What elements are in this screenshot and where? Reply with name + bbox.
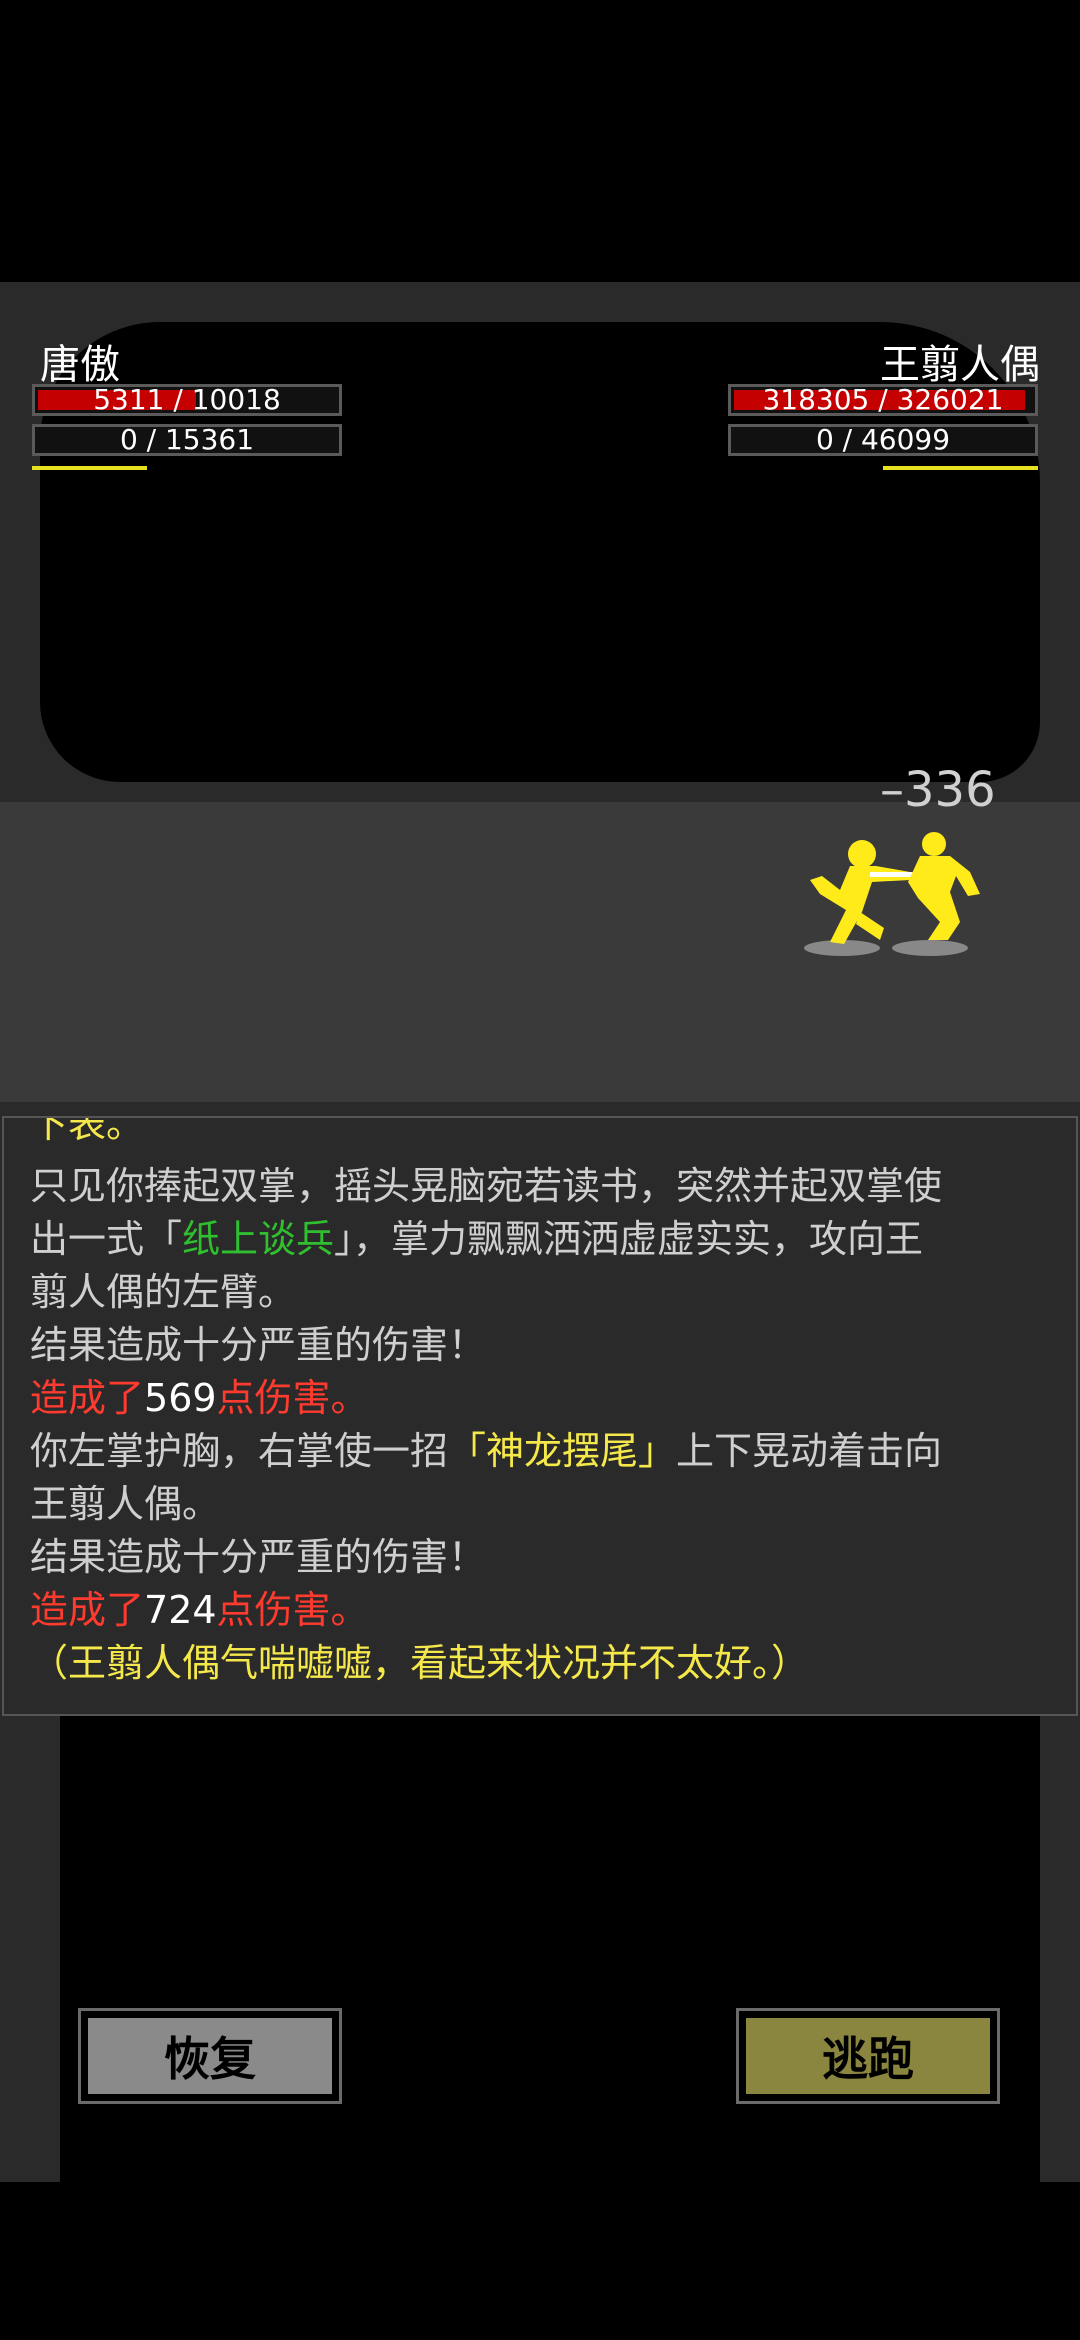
enemy-figure bbox=[908, 832, 980, 940]
log-line: 造成了724点伤害。 bbox=[30, 1588, 369, 1632]
player-hp-bar: 5311 / 10018 bbox=[32, 384, 342, 416]
log-line: 造成了569点伤害。 bbox=[30, 1376, 369, 1420]
damage-value: 724 bbox=[144, 1588, 217, 1632]
enemy-name: 王翦人偶 bbox=[880, 342, 1040, 388]
log-line: 出一式「纸上谈兵」，掌力飘飘洒洒虚虚实实，攻向王 bbox=[30, 1217, 924, 1261]
enemy-hp-bar: 318305 / 326021 bbox=[728, 384, 1038, 416]
log-line: 结果造成十分严重的伤害！ bbox=[30, 1323, 487, 1367]
skill-name: 纸上谈兵 bbox=[182, 1217, 335, 1261]
enemy-shadow bbox=[892, 940, 968, 956]
enemy-stamina-bar bbox=[883, 466, 1038, 470]
log-line: 翦人偶的左臂。 bbox=[30, 1270, 297, 1314]
player-name: 唐傲 bbox=[40, 342, 120, 388]
damage-value: 569 bbox=[144, 1376, 217, 1420]
flee-button-label: 逃跑 bbox=[743, 2015, 993, 2097]
enemy-mp-text: 0 / 46099 bbox=[815, 423, 951, 456]
player-mp-bar: 0 / 15361 bbox=[32, 424, 342, 456]
log-partial-line: 下表。 bbox=[30, 1116, 145, 1146]
recover-button[interactable]: 恢复 bbox=[78, 2008, 342, 2104]
log-line: 你左掌护胸，右掌使一招「神龙摆尾」上下晃动着击向 bbox=[30, 1429, 943, 1473]
damage-popup: –336 bbox=[880, 762, 996, 818]
fighters-sprite bbox=[804, 832, 980, 956]
player-figure bbox=[810, 840, 910, 944]
log-line: 王翦人偶。 bbox=[30, 1482, 221, 1526]
smoke-cloud bbox=[0, 262, 1080, 282]
flee-button[interactable]: 逃跑 bbox=[736, 2008, 1000, 2104]
log-line: 只见你捧起双掌，摇头晃脑宛若读书，突然并起双掌使 bbox=[30, 1164, 943, 1208]
player-hp-text: 5311 / 10018 bbox=[93, 383, 281, 416]
log-line: 结果造成十分严重的伤害！ bbox=[30, 1535, 487, 1579]
enemy-hp-text: 318305 / 326021 bbox=[762, 383, 1004, 416]
battle-log: 下表。 只见你捧起双掌，摇头晃脑宛若读书，突然并起双掌使 出一式「纸上谈兵」，掌… bbox=[2, 1116, 1078, 1716]
enemy-mp-bar: 0 / 46099 bbox=[728, 424, 1038, 456]
recover-button-label: 恢复 bbox=[85, 2015, 335, 2097]
skill-name: 「神龙摆尾」 bbox=[448, 1429, 677, 1473]
player-mp-text: 0 / 15361 bbox=[119, 423, 255, 456]
log-line: （王翦人偶气喘嘘嘘，看起来状况并不太好。） bbox=[30, 1641, 810, 1685]
player-stamina-bar bbox=[32, 466, 147, 470]
